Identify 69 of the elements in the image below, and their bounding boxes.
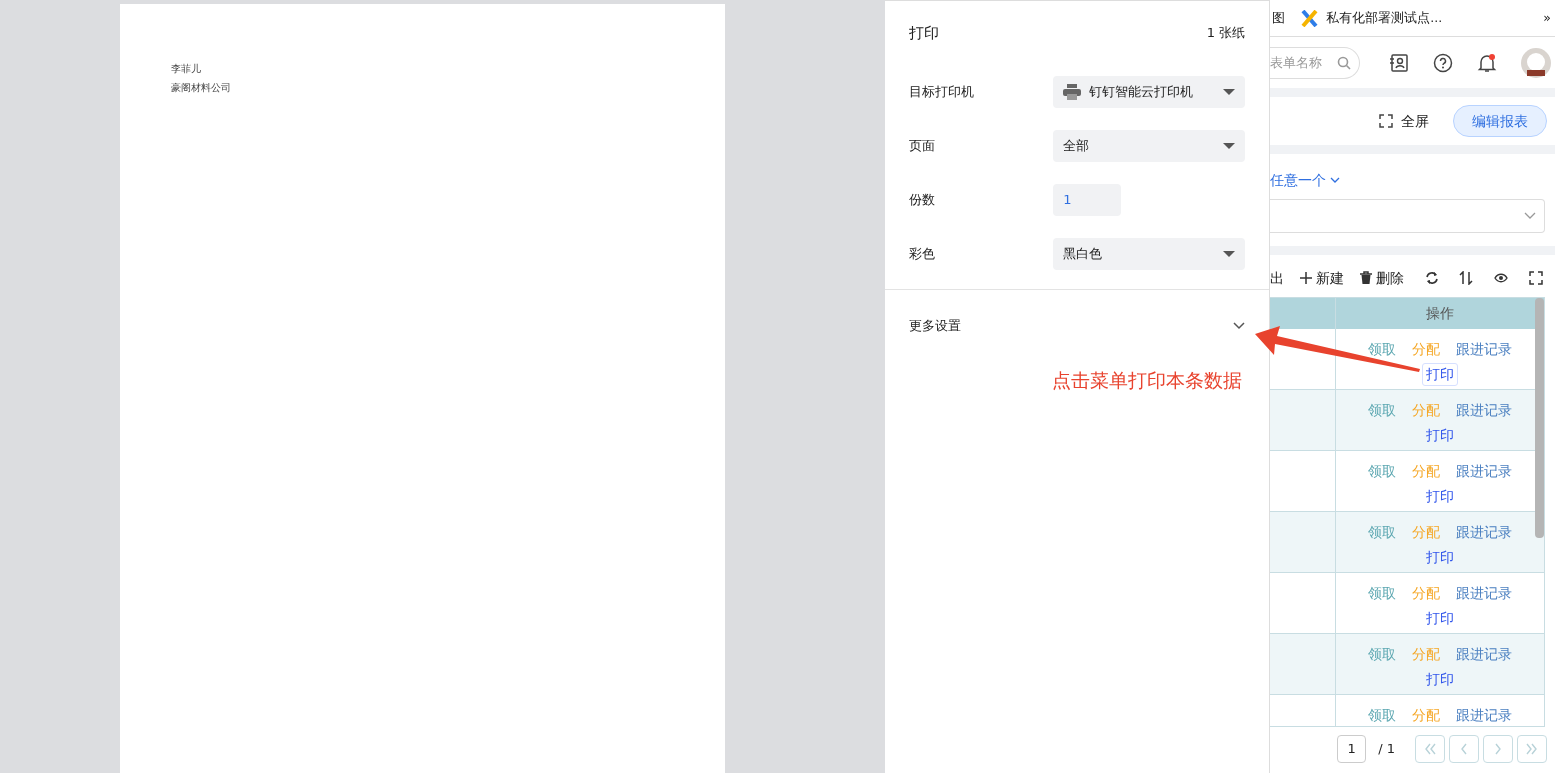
setting-label: 份数 [909,191,937,210]
column-header: 操作 [1425,304,1456,324]
page-total: / 1 [1378,740,1395,759]
action-link[interactable]: 跟进记录 [1452,643,1517,666]
preview-text: 李菲儿 [171,62,202,76]
action-link[interactable]: 跟进记录 [1452,521,1517,544]
action-link[interactable]: 打印 [1422,424,1459,447]
caret-icon [1223,89,1236,95]
panel-title: 打印 [909,22,940,44]
double-chevron-left-icon [1423,742,1437,756]
setting-label: 彩色 [909,245,937,264]
toolbar-button[interactable]: 新建 [1299,267,1345,289]
annotation-text: 点击菜单打印本条数据 [1052,368,1242,393]
bookmark[interactable]: 图 [1272,8,1286,28]
preview-text: 豪阁材料公司 [171,81,232,95]
setting-label: 目标打印机 [909,83,976,102]
notification-bell-icon[interactable] [1477,52,1497,73]
setting-label: 页面 [909,137,937,156]
eye-icon[interactable] [1494,271,1509,285]
avatar[interactable] [1521,47,1551,78]
fullscreen-button[interactable]: 全屏 [1379,110,1429,132]
plus-icon [1299,271,1314,285]
scrollbar[interactable] [1535,298,1544,538]
chevron-icon [1524,212,1536,219]
page-input[interactable]: 1 [1337,735,1367,763]
select-field[interactable]: 全部 [1053,130,1246,162]
action-link[interactable]: 跟进记录 [1452,582,1517,605]
toolbar-button[interactable]: 删除 [1358,267,1404,289]
more-settings-toggle[interactable]: 更多设置 [885,290,1270,362]
caret-icon [1223,143,1236,149]
toolbar-button[interactable]: 出 [1270,267,1285,289]
action-link[interactable]: 领取 [1364,399,1401,422]
select-field[interactable]: 黑白色 [1053,238,1246,270]
select-field[interactable]: 钉钉智能云打印机 [1053,76,1246,108]
number-field[interactable]: 1 [1053,184,1122,216]
action-link[interactable]: 跟进记录 [1452,460,1517,483]
action-link[interactable]: 跟进记录 [1452,399,1517,422]
edit-report-button[interactable]: 编辑报表 [1453,104,1547,138]
caret-icon [1223,251,1236,257]
action-link[interactable]: 跟进记录 [1452,338,1517,361]
sheet-count: 1 张纸 [1206,24,1246,43]
chevron-icon [1330,177,1341,184]
action-link[interactable]: 领取 [1364,643,1401,666]
fullscreen-icon [1379,114,1393,128]
fullscreen-icon[interactable] [1528,271,1543,285]
action-link[interactable]: 跟进记录 [1452,704,1517,726]
app-logo-icon [1301,9,1319,27]
sort-icon[interactable] [1459,271,1474,285]
action-link[interactable]: 打印 [1422,668,1459,691]
more-bookmarks-button[interactable]: » [1543,8,1551,28]
trash-icon [1358,271,1373,285]
action-link[interactable]: 领取 [1364,704,1401,726]
select-field[interactable] [1270,198,1545,233]
contacts-icon[interactable] [1389,52,1409,73]
double-chevron-right-icon [1525,742,1539,756]
action-link[interactable]: 领取 [1364,460,1401,483]
printer-icon [1063,84,1082,100]
action-link[interactable]: 领取 [1364,582,1401,605]
search-icon [1337,55,1352,70]
filter-link[interactable]: 任意一个 [1270,170,1341,191]
action-link[interactable]: 打印 [1422,363,1459,386]
refresh-icon[interactable] [1424,271,1439,285]
action-link[interactable]: 打印 [1422,607,1459,630]
action-link[interactable]: 领取 [1364,521,1401,544]
action-link[interactable]: 领取 [1364,338,1401,361]
help-icon[interactable] [1433,52,1453,73]
action-link[interactable]: 打印 [1422,485,1459,508]
bookmark[interactable]: 私有化部署测试点... [1301,8,1443,28]
action-link[interactable]: 打印 [1422,546,1459,569]
